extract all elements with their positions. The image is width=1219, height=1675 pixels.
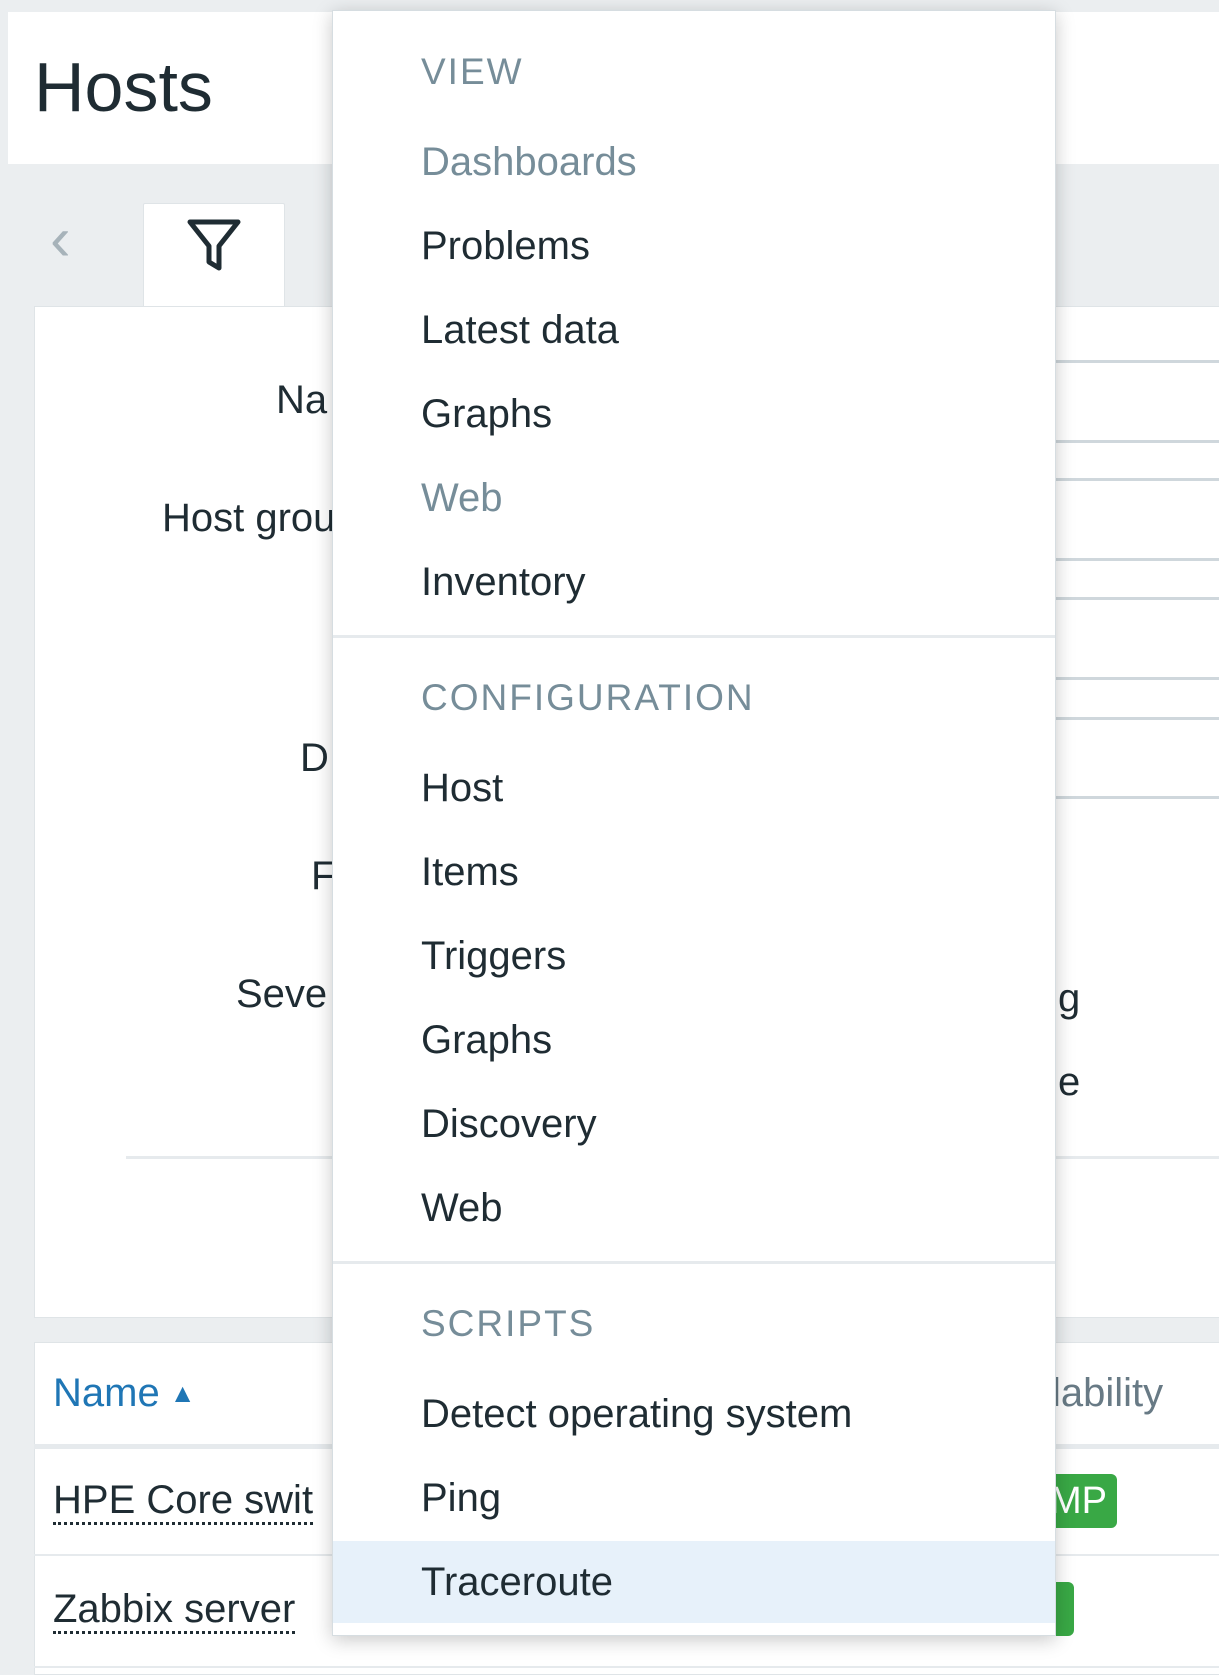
name-input-border[interactable] <box>1055 440 1219 443</box>
menu-item-config-graphs[interactable]: Graphs <box>333 999 1055 1081</box>
menu-item-web[interactable]: Web <box>333 457 1055 539</box>
menu-section-title-scripts: SCRIPTS <box>421 1303 596 1344</box>
menu-item-ping[interactable]: Ping <box>333 1457 1055 1539</box>
menu-item-problems[interactable]: Problems <box>333 205 1055 287</box>
tab-filter[interactable] <box>143 203 285 309</box>
filter-label-host-groups: Host grou <box>162 496 336 540</box>
host-link[interactable]: Zabbix server <box>53 1587 296 1634</box>
ip-input-border[interactable] <box>1055 597 1219 600</box>
host-context-menu: VIEW Dashboards Problems Latest data Gra… <box>332 10 1056 1636</box>
menu-item-items[interactable]: Items <box>333 831 1055 913</box>
filter-label-dns: D <box>300 736 329 780</box>
ip-input-border[interactable] <box>1055 677 1219 680</box>
menu-section-title-view: VIEW <box>421 51 524 92</box>
column-header-availability[interactable]: lability <box>1052 1371 1163 1416</box>
menu-item-latest-data[interactable]: Latest data <box>333 289 1055 371</box>
severity-option-fragment[interactable]: g <box>1058 976 1080 1021</box>
filter-label-severity: Seve <box>236 972 328 1016</box>
host-groups-input-border[interactable] <box>1055 478 1219 481</box>
menu-item-detect-os[interactable]: Detect operating system <box>333 1373 1055 1455</box>
menu-item-dashboards[interactable]: Dashboards <box>333 121 1055 203</box>
page-title: Hosts <box>34 48 213 126</box>
column-header-name[interactable]: Name ▲ <box>53 1371 195 1416</box>
menu-section-title-configuration: CONFIGURATION <box>421 677 755 718</box>
filter-icon <box>187 219 241 271</box>
table-row-divider <box>34 1666 1219 1668</box>
menu-item-discovery[interactable]: Discovery <box>333 1083 1055 1165</box>
menu-item-triggers[interactable]: Triggers <box>333 915 1055 997</box>
dns-input-border[interactable] <box>1055 717 1219 720</box>
chevron-left-icon[interactable]: ‹ <box>50 209 90 272</box>
host-groups-input-border[interactable] <box>1055 558 1219 561</box>
dns-input-border[interactable] <box>1055 796 1219 799</box>
sort-ascending-icon: ▲ <box>169 1378 196 1408</box>
menu-item-graphs[interactable]: Graphs <box>333 373 1055 455</box>
menu-item-inventory[interactable]: Inventory <box>333 541 1055 623</box>
severity-option-fragment[interactable]: e <box>1058 1060 1080 1105</box>
menu-item-host[interactable]: Host <box>333 747 1055 829</box>
menu-item-config-web[interactable]: Web <box>333 1167 1055 1249</box>
menu-item-traceroute[interactable]: Traceroute <box>333 1541 1055 1623</box>
name-input-border[interactable] <box>1055 360 1219 363</box>
menu-divider <box>333 1261 1055 1264</box>
menu-divider <box>333 635 1055 638</box>
host-link[interactable]: HPE Core swit <box>53 1478 314 1525</box>
filter-label-name: Na <box>276 378 328 422</box>
